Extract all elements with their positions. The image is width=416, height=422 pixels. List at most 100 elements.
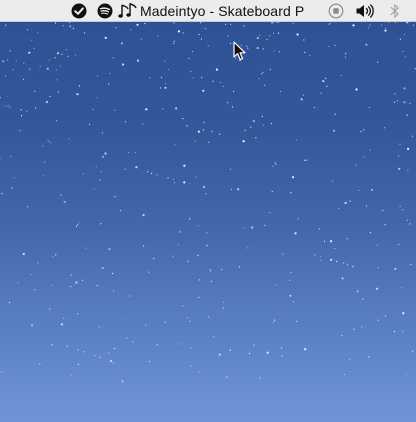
star xyxy=(197,254,199,256)
star xyxy=(328,23,330,25)
star xyxy=(23,78,25,80)
star xyxy=(177,30,180,33)
star xyxy=(195,176,197,178)
star xyxy=(47,140,49,142)
star xyxy=(334,113,336,115)
star xyxy=(177,244,179,246)
star xyxy=(17,282,19,284)
star xyxy=(56,79,58,81)
checkmark-circle-icon[interactable] xyxy=(70,0,88,22)
star xyxy=(247,47,249,49)
star xyxy=(403,101,406,104)
star xyxy=(173,22,175,24)
star xyxy=(394,267,397,270)
star xyxy=(365,43,368,46)
star xyxy=(187,260,189,262)
star xyxy=(212,80,214,82)
star xyxy=(344,201,347,205)
star xyxy=(222,85,224,87)
star xyxy=(330,258,333,261)
star xyxy=(108,352,110,354)
star xyxy=(334,44,336,47)
star xyxy=(385,27,387,29)
star xyxy=(114,109,116,111)
star xyxy=(218,353,221,356)
star xyxy=(226,376,228,378)
star xyxy=(231,106,233,108)
star xyxy=(297,218,299,220)
star xyxy=(49,308,51,310)
star xyxy=(358,189,360,191)
star xyxy=(233,90,235,92)
star xyxy=(70,286,72,288)
star xyxy=(363,129,365,131)
star xyxy=(208,141,210,143)
star xyxy=(172,255,174,257)
star xyxy=(229,349,231,351)
star xyxy=(124,121,126,123)
star xyxy=(346,264,349,266)
stop-circle-icon[interactable] xyxy=(327,0,345,22)
star xyxy=(394,93,396,95)
star xyxy=(188,57,190,59)
star xyxy=(10,155,12,157)
star xyxy=(37,262,39,264)
spotify-icon[interactable] xyxy=(96,0,114,22)
star xyxy=(353,328,355,330)
star xyxy=(45,100,49,104)
star xyxy=(39,363,41,365)
star xyxy=(136,59,140,62)
star xyxy=(200,22,202,24)
star xyxy=(136,23,139,26)
star xyxy=(377,267,379,269)
star xyxy=(78,85,81,87)
star xyxy=(144,23,146,25)
star xyxy=(272,32,275,34)
star xyxy=(261,115,263,117)
star xyxy=(4,105,6,107)
star xyxy=(148,271,150,273)
bluetooth-icon[interactable] xyxy=(388,0,402,22)
star xyxy=(210,271,212,273)
star xyxy=(340,74,342,76)
star xyxy=(402,312,405,315)
star xyxy=(108,248,111,251)
star xyxy=(27,206,29,208)
star xyxy=(94,354,96,357)
star xyxy=(341,277,344,280)
star xyxy=(269,212,271,214)
star xyxy=(259,34,261,36)
star xyxy=(412,24,415,26)
star xyxy=(247,247,249,249)
star xyxy=(156,174,158,176)
star xyxy=(77,313,79,315)
star xyxy=(51,284,53,286)
star xyxy=(81,279,84,281)
star xyxy=(332,129,335,132)
now-playing-widget[interactable]: Madeintyo - Skateboard P xyxy=(118,0,314,22)
star xyxy=(393,330,396,333)
star xyxy=(44,161,46,163)
star xyxy=(96,97,98,99)
star xyxy=(277,32,280,34)
star xyxy=(269,69,271,71)
star xyxy=(255,137,257,139)
star xyxy=(63,200,66,203)
star xyxy=(164,321,166,323)
star xyxy=(99,179,101,181)
volume-icon[interactable] xyxy=(354,0,376,22)
star xyxy=(360,130,362,133)
star xyxy=(77,363,79,365)
star xyxy=(202,129,204,131)
star xyxy=(192,77,194,79)
star xyxy=(278,51,281,53)
star xyxy=(197,225,199,227)
star xyxy=(1,193,3,195)
star xyxy=(248,352,251,355)
star xyxy=(368,27,370,29)
star xyxy=(13,177,15,179)
star xyxy=(182,32,184,34)
star xyxy=(304,51,306,54)
star xyxy=(101,132,103,134)
star xyxy=(209,269,211,271)
